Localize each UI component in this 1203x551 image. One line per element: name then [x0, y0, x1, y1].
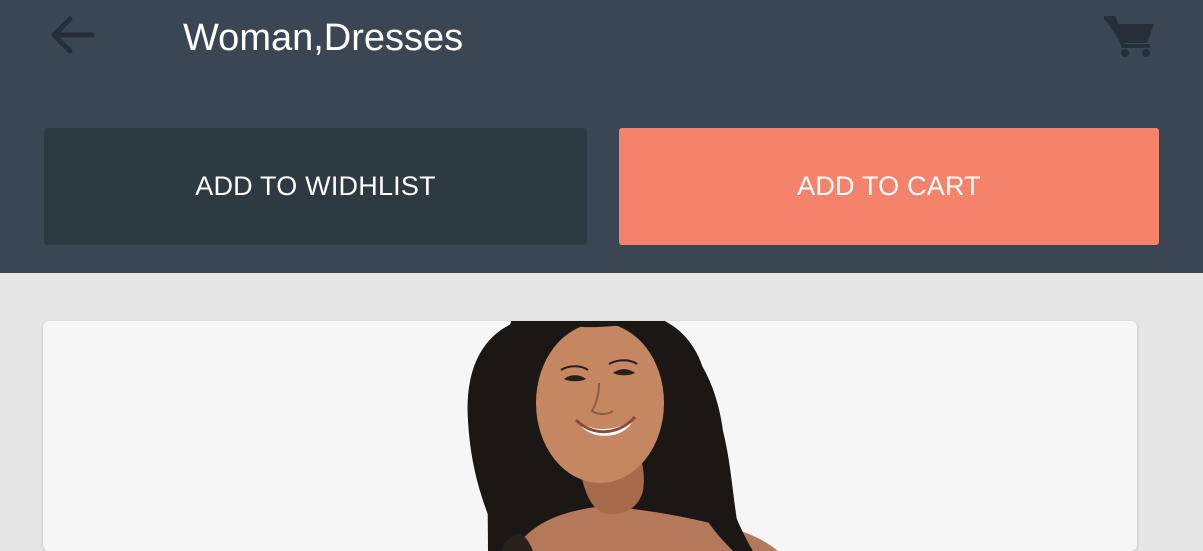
- add-to-cart-button[interactable]: ADD TO CART: [619, 128, 1159, 245]
- app-header: Woman,Dresses ADD TO WIDHLIST ADD TO CAR…: [0, 0, 1203, 273]
- page-title: Woman,Dresses: [183, 17, 464, 59]
- product-image[interactable]: [43, 321, 1137, 551]
- product-card: [43, 321, 1137, 551]
- shopping-cart-icon: [1104, 16, 1154, 57]
- add-to-wishlist-button[interactable]: ADD TO WIDHLIST: [44, 128, 587, 245]
- add-to-cart-label: ADD TO CART: [797, 171, 981, 201]
- add-to-wishlist-label: ADD TO WIDHLIST: [195, 171, 436, 201]
- back-button[interactable]: [44, 12, 100, 60]
- arrow-left-icon: [51, 16, 95, 54]
- cart-button[interactable]: [1100, 10, 1160, 60]
